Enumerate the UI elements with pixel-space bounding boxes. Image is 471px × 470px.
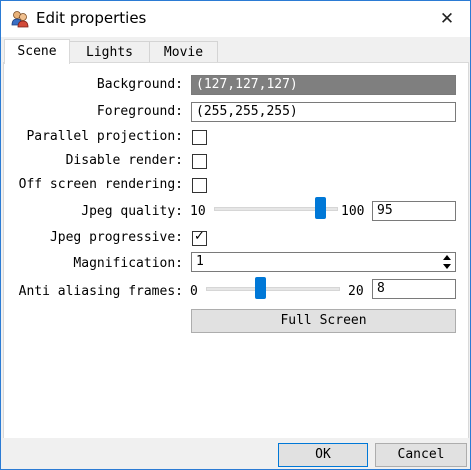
- foreground-value: (255,255,255): [196, 104, 298, 119]
- parallel-projection-label: Parallel projection:: [26, 129, 183, 144]
- close-button[interactable]: ✕: [424, 1, 470, 37]
- app-people-icon: [11, 11, 29, 28]
- close-icon: ✕: [439, 9, 455, 29]
- anti-aliasing-slider-track[interactable]: [206, 287, 340, 291]
- off-screen-rendering-checkbox[interactable]: [192, 178, 207, 193]
- jpeg-quality-min: 10: [190, 204, 206, 219]
- title-bar[interactable]: Edit properties ✕: [1, 1, 470, 37]
- anti-aliasing-frames-value: 8: [377, 281, 385, 296]
- off-screen-rendering-label: Off screen rendering:: [18, 177, 183, 192]
- tab-movie-label: Movie: [163, 45, 204, 60]
- jpeg-quality-label: Jpeg quality:: [81, 204, 183, 219]
- parallel-projection-checkbox[interactable]: [192, 130, 207, 145]
- disable-render-checkbox[interactable]: [192, 154, 207, 169]
- full-screen-label: Full Screen: [280, 313, 367, 328]
- magnification-label: Magnification:: [73, 256, 183, 271]
- anti-aliasing-frames-label: Anti aliasing frames:: [18, 284, 183, 299]
- tab-scene[interactable]: Scene: [4, 39, 70, 64]
- magnification-spinbox[interactable]: 1: [191, 252, 456, 272]
- full-screen-button[interactable]: Full Screen: [191, 309, 456, 333]
- spin-up-arrow-icon[interactable]: [443, 255, 451, 260]
- cancel-label: Cancel: [397, 447, 445, 462]
- tab-lights[interactable]: Lights: [69, 41, 150, 64]
- jpeg-quality-max: 100: [341, 204, 365, 219]
- jpeg-quality-slider-thumb[interactable]: [315, 197, 326, 219]
- anti-aliasing-max: 20: [348, 284, 364, 299]
- jpeg-quality-input[interactable]: 95: [372, 201, 456, 221]
- dialog-button-bar: OK Cancel: [1, 438, 470, 469]
- jpeg-progressive-label: Jpeg progressive:: [49, 230, 183, 245]
- jpeg-quality-value: 95: [377, 203, 393, 218]
- magnification-spin-buttons[interactable]: [440, 253, 454, 271]
- background-value: (127,127,127): [196, 77, 298, 92]
- foreground-label: Foreground:: [96, 104, 183, 119]
- ok-label: OK: [315, 447, 331, 462]
- window-title: Edit properties: [36, 9, 147, 27]
- disable-render-label: Disable render:: [65, 153, 183, 168]
- background-color-field[interactable]: (127,127,127): [191, 75, 456, 95]
- foreground-color-field[interactable]: (255,255,255): [191, 102, 456, 122]
- anti-aliasing-frames-input[interactable]: 8: [372, 279, 456, 299]
- spin-down-arrow-icon[interactable]: [443, 264, 451, 269]
- tab-lights-label: Lights: [86, 45, 133, 60]
- ok-button[interactable]: OK: [278, 443, 368, 467]
- anti-aliasing-min: 0: [190, 284, 198, 299]
- background-label: Background:: [96, 77, 183, 92]
- tab-movie[interactable]: Movie: [149, 41, 218, 64]
- magnification-value: 1: [196, 254, 204, 269]
- tab-scene-label: Scene: [17, 44, 57, 59]
- jpeg-progressive-checkbox[interactable]: ✓: [192, 229, 207, 246]
- edit-properties-dialog: Edit properties ✕ Scene Lights Movie Bac…: [0, 0, 471, 470]
- scene-panel: Background: (127,127,127) Foreground: (2…: [3, 62, 469, 439]
- anti-aliasing-slider-thumb[interactable]: [255, 277, 266, 299]
- checkmark-icon: ✓: [194, 229, 205, 244]
- cancel-button[interactable]: Cancel: [375, 443, 467, 467]
